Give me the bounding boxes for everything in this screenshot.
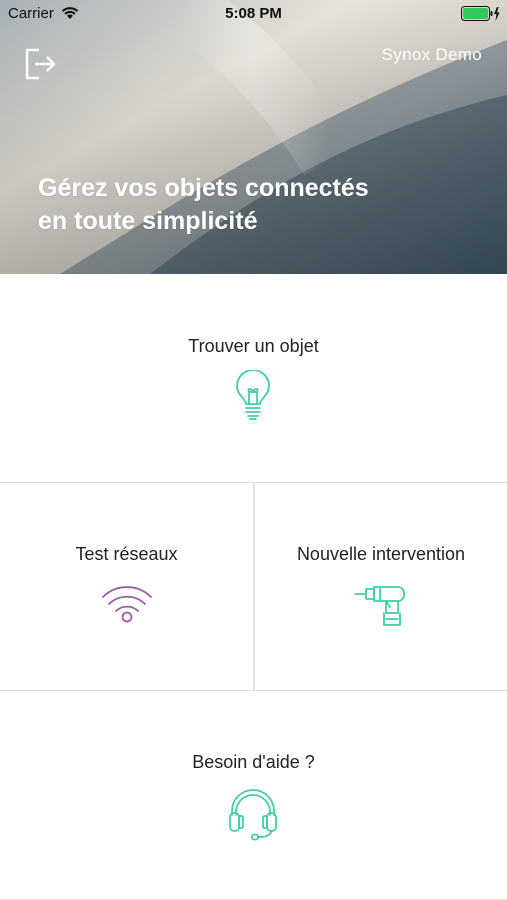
clock: 5:08 PM (225, 5, 282, 22)
lightbulb-icon (236, 370, 270, 420)
drill-icon (354, 586, 405, 626)
account-name: Synox Demo (381, 45, 482, 64)
new-intervention-label: Nouvelle intervention (296, 544, 466, 564)
wifi-icon (102, 586, 152, 623)
logout-button[interactable] (22, 46, 58, 82)
network-test-label: Test réseaux (75, 544, 178, 564)
new-intervention-tile[interactable]: Nouvelle intervention (255, 483, 507, 690)
header-banner: Carrier 5:08 PM Synox Demo Gérez vos obj… (0, 0, 507, 274)
status-bar: Carrier 5:08 PM (0, 0, 507, 28)
page-title-line2: en toute simplicité (38, 207, 258, 235)
help-tile[interactable]: Besoin d'aide ? (0, 691, 507, 900)
find-object-tile[interactable]: Trouver un objet (0, 274, 507, 482)
logout-icon (25, 48, 56, 80)
battery-icon (461, 6, 501, 26)
network-test-tile[interactable]: Test réseaux (0, 483, 253, 690)
home-screen: Carrier 5:08 PM Synox Demo Gérez vos obj… (0, 0, 507, 900)
help-label: Besoin d'aide ? (192, 752, 315, 772)
page-title: Gérez vos objets connectés en toute simp… (38, 172, 458, 238)
find-object-label: Trouver un objet (188, 336, 319, 356)
page-title-line1: Gérez vos objets connectés (38, 174, 369, 202)
headset-icon (229, 789, 277, 841)
